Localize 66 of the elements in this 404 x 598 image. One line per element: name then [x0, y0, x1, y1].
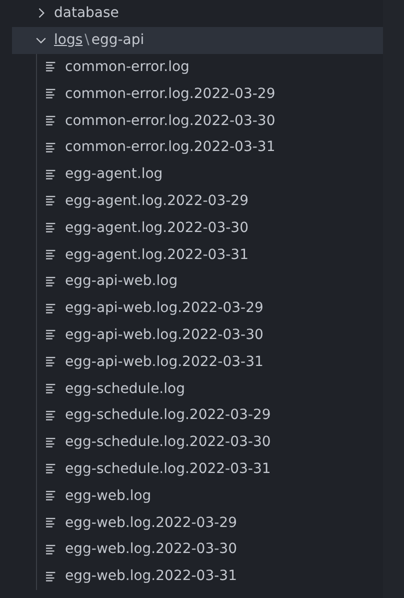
file-name: egg-schedule.log.2022-03-29 [65, 407, 271, 424]
lines-icon [46, 61, 57, 72]
file-name: egg-api-web.log.2022-03-30 [65, 326, 264, 343]
lines-icon [46, 276, 57, 287]
file-name: egg-web.log.2022-03-30 [65, 541, 237, 558]
lines-icon [46, 544, 57, 555]
file-name: egg-web.log.2022-03-31 [65, 568, 237, 584]
path-separator: \ [84, 32, 90, 48]
folder-name[interactable]: egg-api [91, 32, 144, 48]
file-row[interactable]: egg-web.log.2022-03-31 [37, 562, 383, 590]
file-row[interactable]: egg-web.log.2022-03-30 [37, 536, 383, 563]
lines-icon [46, 570, 57, 582]
file-row[interactable]: egg-agent.log.2022-03-29 [37, 188, 383, 214]
lines-icon [46, 383, 57, 394]
file-name: egg-schedule.log [65, 380, 185, 397]
file-name: egg-schedule.log.2022-03-30 [65, 434, 271, 450]
file-name: common-error.log.2022-03-29 [65, 86, 276, 102]
folder-name: database [54, 5, 119, 22]
lines-icon [46, 302, 57, 314]
file-row[interactable]: egg-api-web.log [37, 268, 383, 295]
file-name: common-error.log.2022-03-31 [65, 139, 276, 156]
lines-icon [46, 517, 57, 528]
lines-icon [46, 142, 57, 153]
lines-icon [46, 88, 57, 100]
file-name: egg-agent.log.2022-03-31 [65, 246, 248, 263]
file-row[interactable]: egg-agent.log.2022-03-30 [37, 214, 383, 242]
file-row[interactable]: egg-schedule.log.2022-03-30 [37, 428, 383, 456]
file-row[interactable]: egg-schedule.log.2022-03-31 [37, 456, 383, 482]
lines-icon [46, 490, 57, 502]
file-row[interactable]: common-error.log [37, 54, 383, 80]
file-row[interactable]: egg-api-web.log.2022-03-31 [37, 348, 383, 376]
file-name: egg-agent.log.2022-03-30 [65, 220, 248, 236]
file-name: egg-agent.log [65, 166, 163, 182]
file-row[interactable]: common-error.log.2022-03-31 [37, 134, 383, 161]
lines-icon [46, 410, 57, 421]
lines-icon [46, 329, 57, 340]
folder-row[interactable]: database [12, 0, 383, 27]
file-name: common-error.log.2022-03-30 [65, 112, 276, 129]
file-name: egg-web.log [65, 488, 152, 504]
file-row[interactable]: egg-web.log [37, 482, 383, 510]
lines-icon [46, 249, 57, 260]
file-name: egg-api-web.log.2022-03-31 [65, 354, 264, 370]
file-row[interactable]: egg-schedule.log [37, 375, 383, 402]
file-name: egg-agent.log.2022-03-29 [65, 192, 248, 209]
file-name: egg-api-web.log.2022-03-29 [65, 300, 264, 316]
file-name: egg-schedule.log.2022-03-31 [65, 460, 271, 477]
lines-icon [46, 222, 57, 234]
folder-name[interactable]: logs [54, 32, 83, 48]
file-name: egg-api-web.log [65, 273, 178, 290]
file-row[interactable]: egg-api-web.log.2022-03-29 [37, 294, 383, 322]
lines-icon [46, 436, 57, 448]
file-row[interactable]: egg-web.log.2022-03-29 [37, 509, 383, 536]
file-row[interactable]: egg-schedule.log.2022-03-29 [37, 402, 383, 429]
file-row[interactable]: common-error.log.2022-03-30 [37, 107, 383, 134]
file-row[interactable]: egg-agent.log [37, 160, 383, 188]
file-name: common-error.log [65, 58, 190, 75]
folder-row[interactable]: logs\egg-api [12, 26, 383, 54]
lines-icon [46, 463, 57, 474]
file-row[interactable]: egg-api-web.log.2022-03-30 [37, 322, 383, 348]
file-row[interactable]: common-error.log.2022-03-29 [37, 80, 383, 108]
lines-icon [46, 356, 57, 368]
file-name: egg-web.log.2022-03-29 [65, 514, 237, 531]
lines-icon [46, 195, 57, 206]
lines-icon [46, 168, 57, 180]
file-row[interactable]: egg-agent.log.2022-03-31 [37, 241, 383, 268]
lines-icon [46, 115, 57, 126]
